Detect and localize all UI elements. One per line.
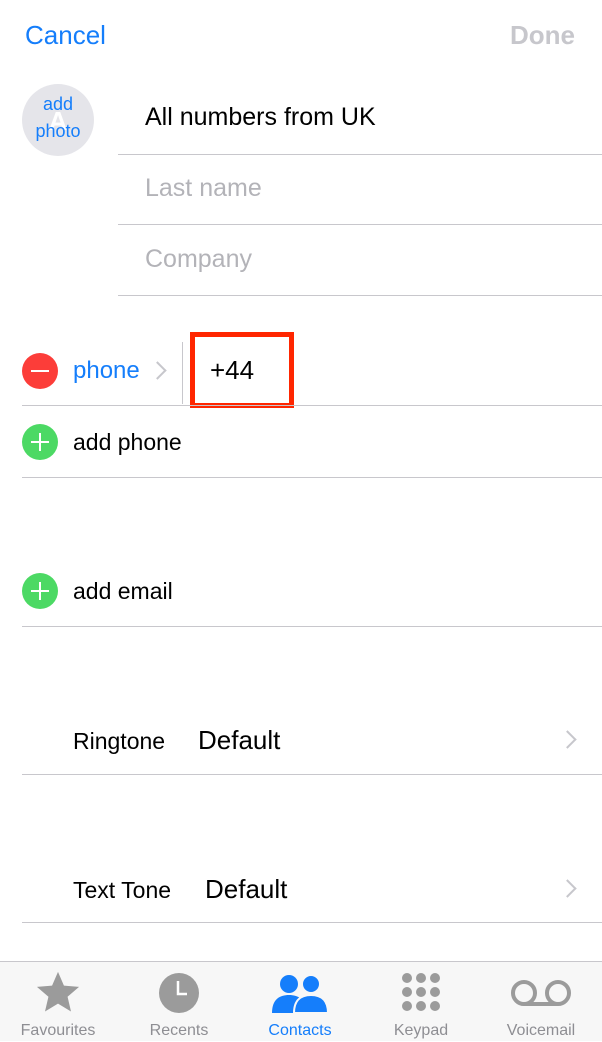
star-icon [36,971,80,1012]
tab-voicemail[interactable]: Voicemail [481,962,601,1042]
tab-label: Voicemail [506,1022,576,1039]
add-photo-label: add [42,94,74,114]
last-name-field[interactable]: Last name [145,174,262,203]
chevron-right-icon [148,361,167,380]
ringtone-label: Ringtone [73,728,166,754]
cancel-button[interactable]: Cancel [25,20,106,51]
done-button[interactable]: Done [510,20,575,51]
tab-label: Contacts [268,1022,332,1039]
keypad-icon [402,973,440,1011]
tab-label: Favourites [20,1022,96,1039]
text-tone-label: Text Tone [73,877,172,903]
add-photo-label-2: photo [35,121,81,141]
tab-favourites[interactable]: Favourites [0,962,118,1042]
text-tone-value: Default [205,874,288,904]
phone-number-field[interactable]: +44 [210,355,254,386]
add-photo-button[interactable]: A add photo [22,84,94,156]
tab-contacts[interactable]: Contacts [240,962,360,1042]
add-phone-button[interactable]: add phone [73,429,182,456]
contacts-icon [272,974,328,1013]
add-email-icon[interactable] [22,573,58,609]
company-field[interactable]: Company [145,245,252,274]
tab-label: Recents [149,1022,209,1039]
voicemail-icon [511,980,571,1006]
add-email-button[interactable]: add email [73,578,173,605]
chevron-right-icon [558,730,577,749]
phone-label-selector[interactable]: phone [73,357,140,385]
tab-keypad[interactable]: Keypad [361,962,481,1042]
first-name-field[interactable]: All numbers from UK [145,103,376,132]
chevron-right-icon [558,879,577,898]
tab-recents[interactable]: Recents [119,962,239,1042]
delete-phone-button[interactable] [22,353,58,389]
add-phone-icon[interactable] [22,424,58,460]
clock-icon [159,973,199,1013]
tab-bar: Favourites Recents Contacts Keypad Voice… [0,961,602,1041]
ringtone-value: Default [198,725,281,755]
tab-label: Keypad [393,1022,449,1039]
